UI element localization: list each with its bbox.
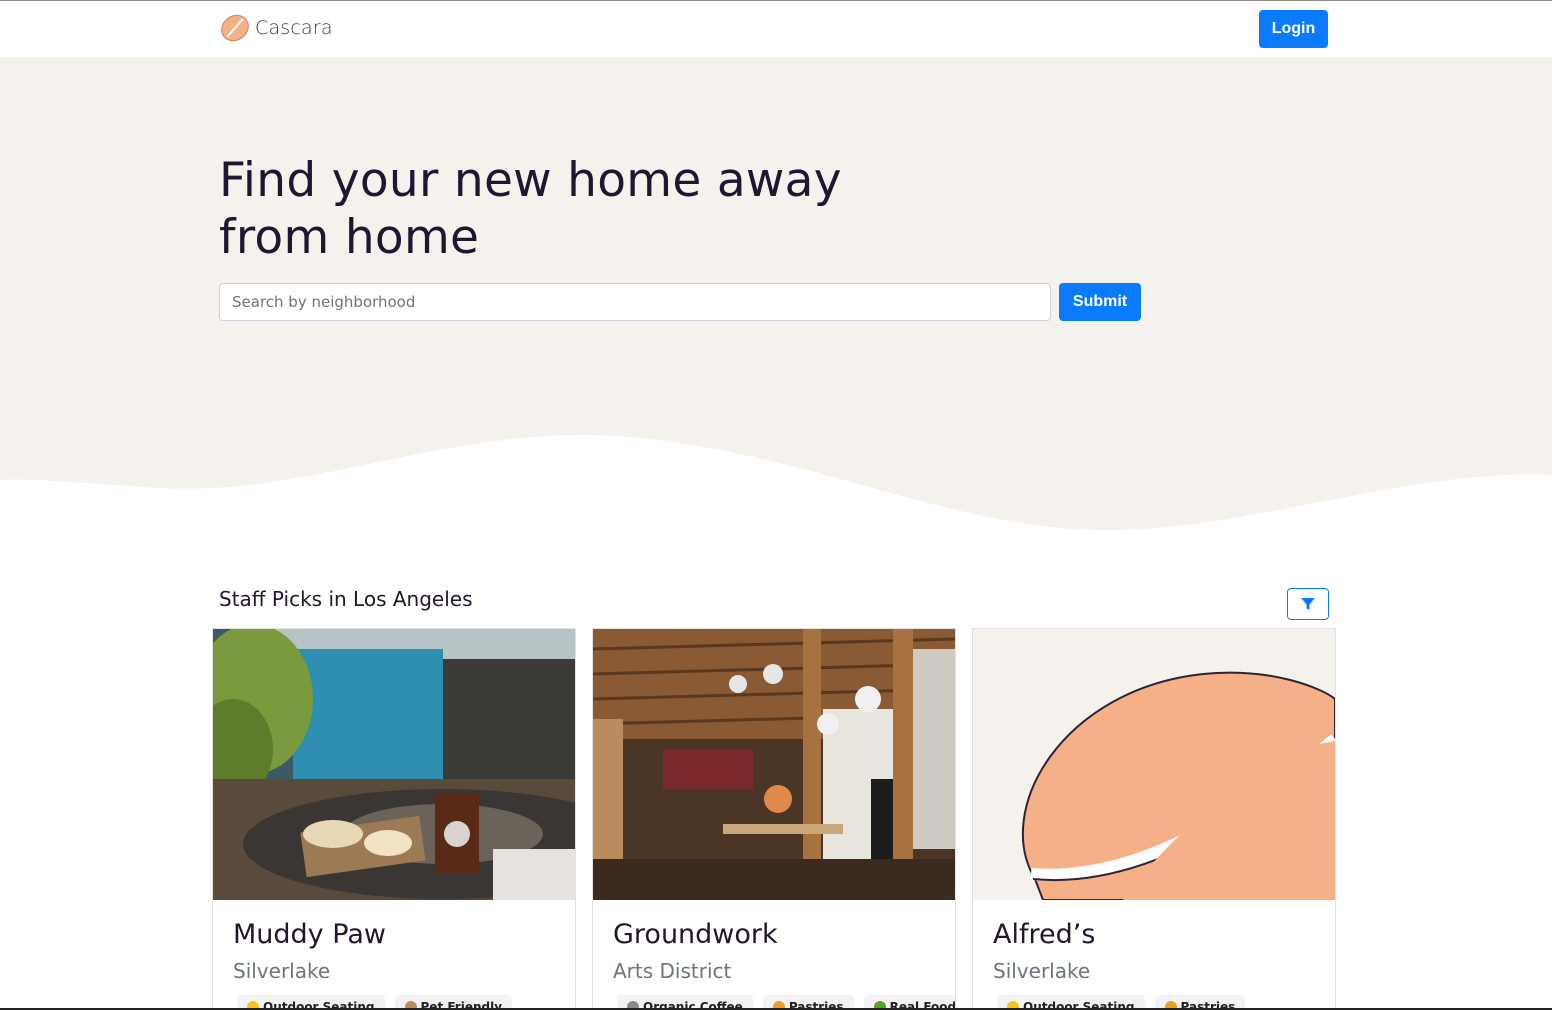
cafe-neighborhood: Arts District: [613, 959, 732, 983]
cafe-card[interactable]: Groundwork Arts District Organic Coffee …: [592, 628, 956, 1010]
hero-title: Find your new home away from home: [219, 153, 842, 265]
cafe-name: Groundwork: [613, 919, 778, 950]
section-title: Staff Picks in Los Angeles: [219, 587, 473, 611]
filter-button[interactable]: [1287, 588, 1329, 620]
cafe-name: Alfred’s: [993, 919, 1096, 950]
coffee-bean-icon: [221, 14, 249, 42]
cafe-card[interactable]: Muddy Paw Silverlake Outdoor Seating Pet…: [212, 628, 576, 1010]
brand-logo[interactable]: Cascara: [219, 13, 333, 43]
cafe-photo: [213, 629, 575, 900]
cafe-neighborhood: Silverlake: [993, 959, 1091, 983]
cafe-neighborhood: Silverlake: [233, 959, 331, 983]
brand-name: Cascara: [255, 17, 333, 39]
submit-button[interactable]: Submit: [1059, 283, 1141, 321]
search-input[interactable]: [219, 283, 1051, 321]
cafe-placeholder-image: [973, 629, 1335, 900]
cafe-card[interactable]: Alfred’s Silverlake Outdoor Seating Past…: [972, 628, 1336, 1010]
cafe-name: Muddy Paw: [233, 919, 386, 950]
hero-section: Find your new home away from home Submit: [0, 57, 1552, 537]
filter-icon: [1301, 598, 1315, 610]
login-button[interactable]: Login: [1259, 10, 1328, 48]
cafe-photo: [593, 629, 955, 900]
navbar: Cascara Login: [0, 1, 1552, 57]
